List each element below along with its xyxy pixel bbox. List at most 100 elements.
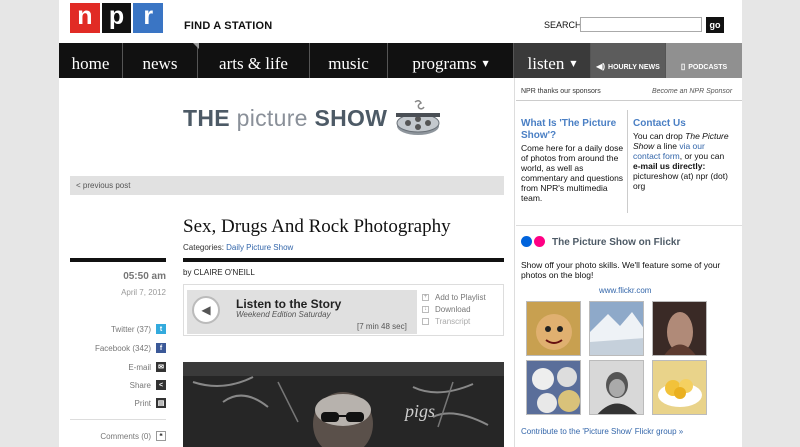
logo-letter-p: p xyxy=(101,3,132,33)
nav-home[interactable]: home xyxy=(59,43,123,78)
share-facebook-label: Facebook (342) xyxy=(94,343,151,353)
add-to-playlist-button[interactable]: + Add to Playlist xyxy=(422,293,486,302)
what-is-text: Come here for a daily dose of photos fro… xyxy=(521,143,624,203)
banner-title: THE picture SHOW xyxy=(183,105,387,132)
flickr-blue-dot xyxy=(521,236,532,247)
contact-us-heading[interactable]: Contact Us xyxy=(633,118,686,129)
npr-logo[interactable]: n p r xyxy=(70,3,165,33)
nav-news[interactable]: news xyxy=(123,43,198,78)
nav-listen-label: listen xyxy=(527,54,565,73)
nav-programs[interactable]: programs ▼ xyxy=(388,43,514,78)
flickr-logo-icon xyxy=(521,236,547,247)
divider xyxy=(516,100,742,101)
meta-rule xyxy=(70,258,166,262)
speaker-icon: ◀ xyxy=(201,303,211,317)
podcast-device-icon: ▯ xyxy=(680,62,686,71)
nav-music[interactable]: music xyxy=(310,43,388,78)
flickr-thumbnail[interactable] xyxy=(652,301,707,356)
download-icon: ↓ xyxy=(422,306,429,313)
contact-email: pictureshow (at) npr (dot) org xyxy=(633,171,728,191)
divider xyxy=(70,419,166,420)
categories-label: Categories: xyxy=(183,243,224,252)
nav-arts-label: arts & life xyxy=(219,54,288,73)
hourly-news-button[interactable]: ◀) HOURLY NEWS xyxy=(591,43,666,78)
share-icon: < xyxy=(156,380,166,390)
become-sponsor-link[interactable]: Become an NPR Sponsor xyxy=(652,88,732,95)
search-input[interactable] xyxy=(580,17,702,32)
nav-listen[interactable]: listen ▼ xyxy=(514,43,591,78)
share-share[interactable]: Share < xyxy=(70,378,166,392)
flickr-thumbnail[interactable] xyxy=(589,360,644,415)
logo-letter-r: r xyxy=(133,3,164,33)
speaker-icon: ◀) xyxy=(596,62,606,71)
chevron-down-icon: ▼ xyxy=(482,59,489,68)
what-is-heading[interactable]: What Is 'The Picture Show'? xyxy=(521,118,625,142)
logo-letter-n: n xyxy=(70,3,100,33)
share-email-label: E-mail xyxy=(128,362,151,372)
share-twitter[interactable]: Twitter (37) t xyxy=(70,322,166,336)
listen-title: Listen to the Story xyxy=(236,297,342,311)
flickr-thumbnail[interactable] xyxy=(589,301,644,356)
flickr-title[interactable]: The Picture Show on Flickr xyxy=(552,237,680,248)
flickr-thumbnail[interactable] xyxy=(526,301,581,356)
category-link[interactable]: Daily Picture Show xyxy=(226,243,293,252)
contact-text-3: , or you can xyxy=(679,151,725,161)
flickr-pink-dot xyxy=(534,236,545,247)
search-go-button[interactable]: go xyxy=(706,17,724,33)
banner-picture: picture xyxy=(236,104,308,131)
flickr-thumbnail[interactable] xyxy=(526,360,581,415)
plus-icon: + xyxy=(422,294,429,301)
hourly-news-label: HOURLY NEWS xyxy=(608,64,660,71)
article-photo[interactable]: pigs xyxy=(183,362,504,447)
column-divider xyxy=(514,78,515,447)
twitter-icon: t xyxy=(156,324,166,334)
share-twitter-label: Twitter (37) xyxy=(110,324,151,334)
share-print[interactable]: Print ▤ xyxy=(70,396,166,410)
post-time: 05:50 am xyxy=(123,271,166,282)
share-share-label: Share xyxy=(129,380,151,390)
headline-rule xyxy=(183,258,504,262)
share-email[interactable]: E-mail ✉ xyxy=(70,360,166,374)
divider xyxy=(516,225,742,226)
chevron-down-icon: ▼ xyxy=(570,59,577,68)
email-icon: ✉ xyxy=(156,362,166,372)
flickr-link[interactable]: www.flickr.com xyxy=(599,286,651,295)
audio-duration: [7 min 48 sec] xyxy=(357,322,407,331)
comments-link[interactable]: Comments (0) ❝ xyxy=(70,429,166,443)
podcasts-button[interactable]: ▯ PODCASTS xyxy=(666,43,742,78)
byline: by CLAIRE O'NEILL xyxy=(183,268,255,277)
article-headline: Sex, Drugs And Rock Photography xyxy=(183,216,451,237)
search-label: SEARCH xyxy=(544,20,582,30)
transcript-button[interactable]: Transcript xyxy=(422,317,470,326)
previous-post-link[interactable]: < previous post xyxy=(70,176,504,195)
banner-show: SHOW xyxy=(314,104,388,131)
facebook-icon: f xyxy=(156,343,166,353)
banner-the: THE xyxy=(183,104,230,131)
flickr-thumbnail[interactable] xyxy=(652,360,707,415)
nav-arts-life[interactable]: arts & life xyxy=(198,43,310,78)
comment-icon: ❝ xyxy=(156,431,166,441)
nav-music-label: music xyxy=(328,54,369,73)
download-label: Download xyxy=(435,305,471,314)
share-print-label: Print xyxy=(134,398,151,408)
svg-text:pigs: pigs xyxy=(403,401,435,421)
categories: Categories: Daily Picture Show xyxy=(183,243,293,252)
post-date: April 7, 2012 xyxy=(121,288,166,297)
print-icon: ▤ xyxy=(156,398,166,408)
download-button[interactable]: ↓ Download xyxy=(422,305,471,314)
podcasts-label: PODCASTS xyxy=(688,64,728,71)
program-name: Weekend Edition Saturday xyxy=(236,310,331,319)
nav-news-label: news xyxy=(142,54,178,73)
film-reel-icon xyxy=(395,99,441,136)
picture-show-banner[interactable]: THE picture SHOW xyxy=(183,98,441,138)
contact-text-2: a line xyxy=(654,141,680,151)
contribute-flickr-link[interactable]: Contribute to the 'Picture Show' Flickr … xyxy=(521,427,683,436)
contact-us-text: You can drop The Picture Show a line via… xyxy=(633,131,733,191)
share-facebook[interactable]: Facebook (342) f xyxy=(70,341,166,355)
nav-programs-label: programs xyxy=(412,54,477,73)
find-a-station-link[interactable]: FIND A STATION xyxy=(184,20,272,32)
flickr-description: Show off your photo skills. We'll featur… xyxy=(521,260,721,280)
nav-home-label: home xyxy=(71,54,110,73)
comments-label: Comments (0) xyxy=(100,431,151,441)
play-audio-button[interactable]: ◀ xyxy=(192,296,220,324)
